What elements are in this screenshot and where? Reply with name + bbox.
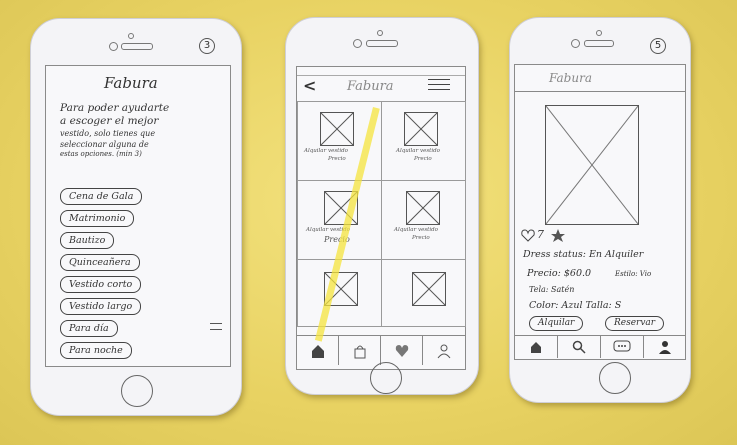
heart-icon — [395, 344, 408, 357]
dress-fabric: Tela: Satén — [529, 285, 575, 294]
reserve-button[interactable]: Reservar — [605, 316, 665, 331]
phone-screen: < Fabura Alquilar vestido Precio Alquila… — [296, 66, 466, 370]
phone-camera — [353, 39, 362, 48]
app-title: Fabura — [549, 71, 592, 85]
page-number-badge: 3 — [199, 38, 215, 54]
dress-image-placeholder — [412, 272, 446, 306]
instruction-line: Para poder ayudarte — [60, 102, 170, 114]
phone-sensor — [596, 30, 602, 36]
phone-camera — [109, 42, 118, 51]
option-para-dia[interactable]: Para día — [60, 320, 118, 337]
product-card[interactable]: Alquilar vestido Precio — [381, 101, 466, 181]
heart-outline-icon[interactable] — [521, 229, 535, 242]
instruction-line: estas opciones. (min 3) — [60, 150, 142, 158]
product-caption: Alquilar vestido — [304, 148, 348, 154]
option-para-noche[interactable]: Para noche — [60, 342, 132, 359]
option-vestido-largo[interactable]: Vestido largo — [60, 298, 142, 315]
dress-color-size: Color: Azul Talla: S — [529, 300, 622, 311]
home-button[interactable] — [370, 362, 402, 394]
product-card[interactable]: Alquilar vestido Precio — [381, 180, 466, 260]
app-title: Fabura — [347, 79, 394, 94]
option-matrimonio[interactable]: Matrimonio — [60, 210, 135, 227]
filter-icon[interactable] — [428, 79, 450, 91]
dress-photo-placeholder — [545, 105, 639, 225]
phone-speaker — [584, 40, 614, 47]
dress-price: Precio: $60.0 — [527, 268, 592, 279]
page-number-badge: 5 — [650, 38, 666, 54]
option-vestido-corto[interactable]: Vestido corto — [60, 276, 142, 293]
product-price: Precio — [414, 156, 432, 162]
home-icon — [311, 344, 324, 358]
tab-profile[interactable] — [644, 336, 685, 358]
home-button[interactable] — [121, 375, 153, 407]
phone-screen: Fabura Para poder ayudarte a escoger el … — [45, 65, 231, 367]
phone-camera — [571, 39, 580, 48]
dress-image-placeholder — [406, 191, 440, 225]
phone-speaker — [366, 40, 398, 47]
chat-icon — [613, 340, 631, 352]
tab-chat[interactable] — [601, 336, 644, 358]
product-caption: Alquilar vestido — [396, 148, 440, 154]
tab-home[interactable] — [515, 336, 558, 358]
tab-search[interactable] — [558, 336, 601, 358]
search-icon — [572, 340, 586, 354]
dress-image-placeholder — [404, 112, 438, 146]
user-icon — [658, 341, 671, 354]
product-price: Precio — [328, 156, 346, 162]
phone-speaker — [121, 43, 153, 50]
home-icon — [531, 342, 541, 353]
app-title: Fabura — [104, 74, 158, 92]
option-bautizo[interactable]: Bautizo — [60, 232, 115, 249]
scroll-marks — [210, 323, 222, 330]
phone-screen: Fabura 7 Dress status: En Alquiler Preci… — [514, 64, 686, 360]
option-quinceanera[interactable]: Quinceañera — [60, 254, 140, 271]
dress-image-placeholder — [320, 112, 354, 146]
star-icon[interactable] — [551, 229, 565, 242]
home-button[interactable] — [599, 362, 631, 394]
dress-status: Dress status: En Alquiler — [523, 249, 644, 260]
instruction-line: seleccionar alguna de — [60, 140, 149, 149]
product-card[interactable] — [381, 259, 466, 327]
tab-bar — [515, 335, 685, 360]
phone-sensor — [128, 33, 134, 39]
phone-sketch-catalog: < Fabura Alquilar vestido Precio Alquila… — [285, 17, 479, 395]
tab-favorites[interactable] — [381, 336, 423, 365]
instruction-line: vestido, solo tienes que — [60, 129, 156, 138]
header-divider — [297, 75, 465, 76]
catalog-header: < Fabura — [297, 67, 465, 102]
tab-profile[interactable] — [423, 336, 464, 365]
bag-icon — [354, 345, 365, 358]
back-icon[interactable]: < — [303, 76, 316, 95]
instruction-line: a escoger el mejor — [60, 115, 159, 127]
phone-sketch-detail: 5 Fabura 7 Dress status: En Alquiler Pre… — [509, 17, 691, 403]
phone-sensor — [377, 30, 383, 36]
tab-bag[interactable] — [339, 336, 381, 365]
rent-button[interactable]: Alquilar — [529, 316, 584, 331]
detail-header: Fabura — [515, 65, 685, 92]
dress-style: Estilo: Vio — [615, 270, 652, 278]
phone-sketch-options: 3 Fabura Para poder ayudarte a escoger e… — [30, 18, 242, 416]
user-icon — [437, 344, 450, 358]
product-price: Precio — [412, 235, 430, 241]
product-caption: Alquilar vestido — [394, 227, 438, 233]
like-row: 7 — [521, 228, 601, 243]
option-cena-de-gala[interactable]: Cena de Gala — [60, 188, 143, 205]
instructions-text: Para poder ayudarte a escoger el mejor v… — [60, 102, 220, 159]
like-count: 7 — [537, 228, 544, 241]
